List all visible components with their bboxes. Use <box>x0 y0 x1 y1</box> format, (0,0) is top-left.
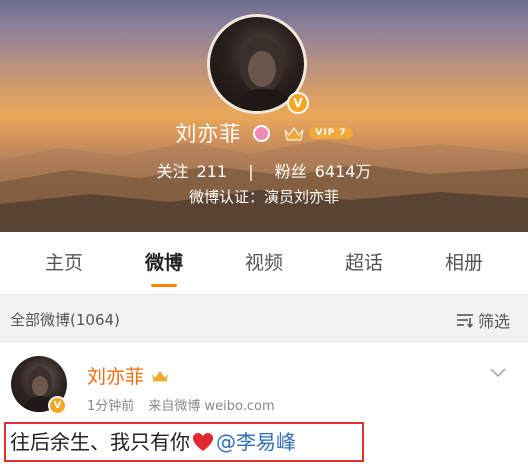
stats-separator: | <box>248 162 254 181</box>
verified-v-icon: V <box>48 396 67 415</box>
chevron-down-icon[interactable] <box>490 368 506 378</box>
filter-button[interactable]: 筛选 <box>456 308 510 332</box>
post-text: 往后余生、我只有你 <box>10 430 190 454</box>
profile-name: 刘亦菲 <box>175 122 242 146</box>
filter-bar: 全部微博(1064) 筛选 <box>0 294 528 342</box>
tab-super-topic[interactable]: 超话 <box>324 232 404 294</box>
following-label[interactable]: 关注 <box>157 162 189 181</box>
heart-icon <box>192 432 214 452</box>
profile-tabs: 主页 微博 视频 超话 相册 <box>0 232 528 294</box>
crown-icon <box>150 369 170 383</box>
post-author-name[interactable]: 刘亦菲 <box>87 362 144 389</box>
post-source: 来自微博 weibo.com <box>148 399 275 414</box>
tab-weibo[interactable]: 微博 <box>124 232 204 294</box>
crown-icon <box>284 126 304 140</box>
filter-label: 筛选 <box>477 312 510 331</box>
tab-album[interactable]: 相册 <box>424 232 504 294</box>
profile-cover: V 刘亦菲 VIP 7 关注 211 | 粉丝 6414万 微博认证：演员刘亦菲 <box>0 0 528 232</box>
followers-label[interactable]: 粉丝 <box>275 162 307 181</box>
tab-video[interactable]: 视频 <box>224 232 304 294</box>
profile-stats: 关注 211 | 粉丝 6414万 <box>0 158 528 182</box>
all-posts-label[interactable]: 全部微博(1064) <box>10 309 120 330</box>
profile-name-row: 刘亦菲 VIP 7 <box>0 118 528 148</box>
following-count[interactable]: 211 <box>197 162 228 181</box>
filter-icon <box>456 314 474 328</box>
post-author-row: 刘亦菲 <box>87 362 170 389</box>
post-time: 1分钟前 <box>87 399 135 414</box>
mention-link[interactable]: @李易峰 <box>216 424 296 460</box>
post-content-highlight: 往后余生、我只有你 @李易峰 <box>4 422 364 462</box>
weibo-post: V 刘亦菲 1分钟前 来自微博 weibo.com 往后余生、我只有你 @李易峰 <box>0 342 528 468</box>
verification-text: 微博认证：演员刘亦菲 <box>188 188 339 206</box>
pink-circle-icon <box>253 124 270 142</box>
tab-home[interactable]: 主页 <box>24 232 104 294</box>
followers-count[interactable]: 6414万 <box>315 162 372 181</box>
vip-level-badge: VIP 7 <box>309 127 353 139</box>
verified-v-icon: V <box>287 92 309 114</box>
post-meta: 1分钟前 来自微博 weibo.com <box>87 395 285 414</box>
